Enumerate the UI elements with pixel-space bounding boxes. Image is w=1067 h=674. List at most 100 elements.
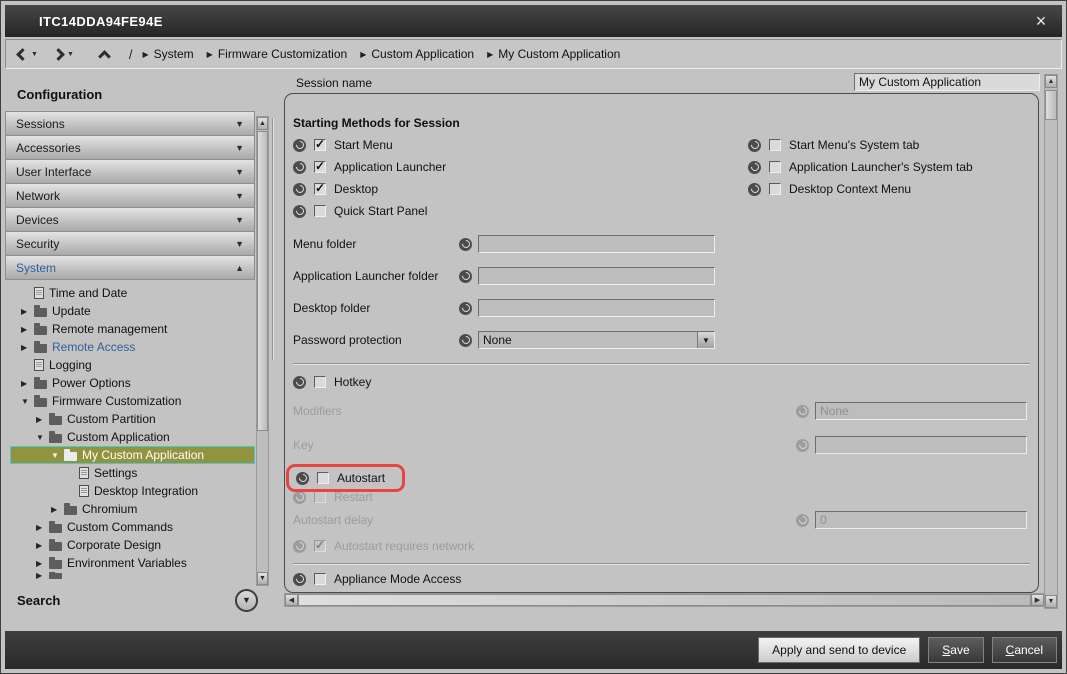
application-launcher-system-tab-checkbox[interactable] [769,161,781,173]
reset-parameter-icon[interactable] [459,238,472,251]
hotkey-checkbox[interactable] [314,376,326,388]
reset-parameter-icon[interactable] [296,472,309,485]
tree-item-chromium[interactable]: ▶Chromium [5,500,255,518]
breadcrumb-item-custom-application[interactable]: ▶Custom Application [360,47,474,61]
expand-arrow-icon[interactable]: ▶ [36,572,49,579]
tree-item-custom-commands[interactable]: ▶Custom Commands [5,518,255,536]
horizontal-scrollbar[interactable]: ◀ ▶ [284,593,1045,607]
tree-item-update[interactable]: ▶Update [5,302,255,320]
desktop-context-menu-checkbox[interactable] [769,183,781,195]
expand-arrow-icon[interactable]: ▶ [21,379,34,388]
breadcrumb-item-system[interactable]: ▶System [143,47,194,61]
reset-parameter-icon[interactable] [459,334,472,347]
cancel-button[interactable]: Cancel [992,637,1057,663]
reset-parameter-icon[interactable] [748,161,761,174]
dropdown-button[interactable]: ▼ [697,332,714,348]
application-launcher-folder-input[interactable] [478,267,715,285]
reset-parameter-icon[interactable] [748,139,761,152]
expand-arrow-icon[interactable]: ▶ [21,307,34,316]
collapse-arrow-icon[interactable]: ▼ [21,397,34,406]
expand-arrow-icon[interactable]: ▶ [21,325,34,334]
desktop-folder-input[interactable] [478,299,715,317]
scroll-left-icon[interactable]: ◀ [285,594,298,606]
appliance-mode-access-checkbox[interactable] [314,573,326,585]
tree-scrollbar-thumb[interactable] [257,131,268,431]
vertical-scrollbar-thumb[interactable] [1045,90,1057,120]
expand-arrow-icon[interactable]: ▶ [51,505,64,514]
accordion-item-sessions[interactable]: Sessions▼ [5,111,255,136]
nav-forward-button[interactable]: ▼ [54,50,74,59]
expand-arrow-icon[interactable]: ▶ [36,523,49,532]
nav-back-button[interactable]: ▼ [18,50,38,59]
collapse-arrow-icon[interactable]: ▼ [36,433,49,442]
expand-arrow-icon[interactable]: ▶ [36,559,49,568]
reset-parameter-icon[interactable] [293,376,306,389]
tree-item-custom-application[interactable]: ▼Custom Application [5,428,255,446]
session-name-input[interactable] [854,73,1040,91]
accordion-item-accessories[interactable]: Accessories▼ [5,135,255,160]
reset-parameter-icon[interactable] [293,205,306,218]
tree-item-my-custom-application[interactable]: ▼My Custom Application [10,446,255,464]
tree-item-settings[interactable]: Settings [5,464,255,482]
reset-parameter-icon[interactable] [459,302,472,315]
back-history-caret-icon[interactable]: ▼ [31,51,38,58]
autostart-checkbox[interactable] [317,472,329,484]
modifiers-row: Modifiers [292,401,1031,421]
accordion-label: Accessories [16,141,81,155]
tree-item-remote-access[interactable]: ▶Remote Access [5,338,255,356]
application-launcher-checkbox[interactable] [314,161,326,173]
menu-folder-input[interactable] [478,235,715,253]
folder-icon [34,380,47,389]
expand-arrow-icon[interactable]: ▶ [36,541,49,550]
reset-parameter-icon[interactable] [293,161,306,174]
desktop-checkbox[interactable] [314,183,326,195]
accordion-item-system[interactable]: System▲ [5,255,255,280]
tree-item-environment-variables[interactable]: ▶ Environment Variables [5,554,255,572]
session-name-label: Session name [296,76,372,90]
tree-item-firmware-customization[interactable]: ▼Firmware Customization [5,392,255,410]
expand-arrow-icon[interactable]: ▶ [21,343,34,352]
breadcrumb-root[interactable]: / [129,47,133,62]
reset-parameter-icon[interactable] [748,183,761,196]
tree-item-logging[interactable]: Logging [5,356,255,374]
accordion-item-security[interactable]: Security▼ [5,231,255,256]
checkbox-label: Hotkey [334,375,371,389]
accordion-item-user-interface[interactable]: User Interface▼ [5,159,255,184]
collapse-arrow-icon[interactable]: ▼ [51,451,64,460]
tree-scrollbar[interactable]: ▲ ▼ [256,116,269,586]
reset-parameter-icon[interactable] [459,270,472,283]
accordion-item-devices[interactable]: Devices▼ [5,207,255,232]
scroll-right-icon[interactable]: ▶ [1031,594,1044,606]
scroll-down-icon[interactable]: ▼ [1045,595,1057,608]
tree-item-desktop-integration[interactable]: Desktop Integration [5,482,255,500]
tree-item-power-options[interactable]: ▶Power Options [5,374,255,392]
password-protection-select[interactable]: None ▼ [478,331,715,349]
quick-start-panel-checkbox[interactable] [314,205,326,217]
scroll-down-icon[interactable]: ▼ [257,572,268,585]
reset-parameter-icon[interactable] [293,573,306,586]
reset-parameter-icon[interactable] [293,139,306,152]
search-expand-button[interactable]: ▼ [235,589,258,612]
tree-item-time-and-date[interactable]: Time and Date [5,284,255,302]
tree-item-remote-management[interactable]: ▶Remote management [5,320,255,338]
scroll-up-icon[interactable]: ▲ [257,117,268,130]
breadcrumb-item-my-custom-application[interactable]: ▶My Custom Application [487,47,620,61]
vertical-scrollbar[interactable]: ▲ ▼ [1044,74,1058,609]
tree-label: Environment Variables [67,556,187,570]
tree-item-corporate-design[interactable]: ▶Corporate Design [5,536,255,554]
scroll-up-icon[interactable]: ▲ [1045,75,1057,88]
start-menu-system-tab-checkbox[interactable] [769,139,781,151]
start-menu-checkbox[interactable] [314,139,326,151]
apply-and-send-button[interactable]: Apply and send to device [758,637,920,663]
forward-history-caret-icon[interactable]: ▼ [67,51,74,58]
tree-item-custom-partition[interactable]: ▶Custom Partition [5,410,255,428]
reset-parameter-icon[interactable] [293,183,306,196]
expand-arrow-icon[interactable]: ▶ [36,415,49,424]
nav-up-button[interactable] [100,48,109,61]
close-icon[interactable]: × [1030,12,1052,30]
tree-item-clipped[interactable]: ▶ [5,572,255,579]
breadcrumb-item-firmware-customization[interactable]: ▶Firmware Customization [207,47,348,61]
horizontal-scrollbar-thumb[interactable] [298,594,1031,606]
accordion-item-network[interactable]: Network▼ [5,183,255,208]
save-button[interactable]: Save [928,637,983,663]
